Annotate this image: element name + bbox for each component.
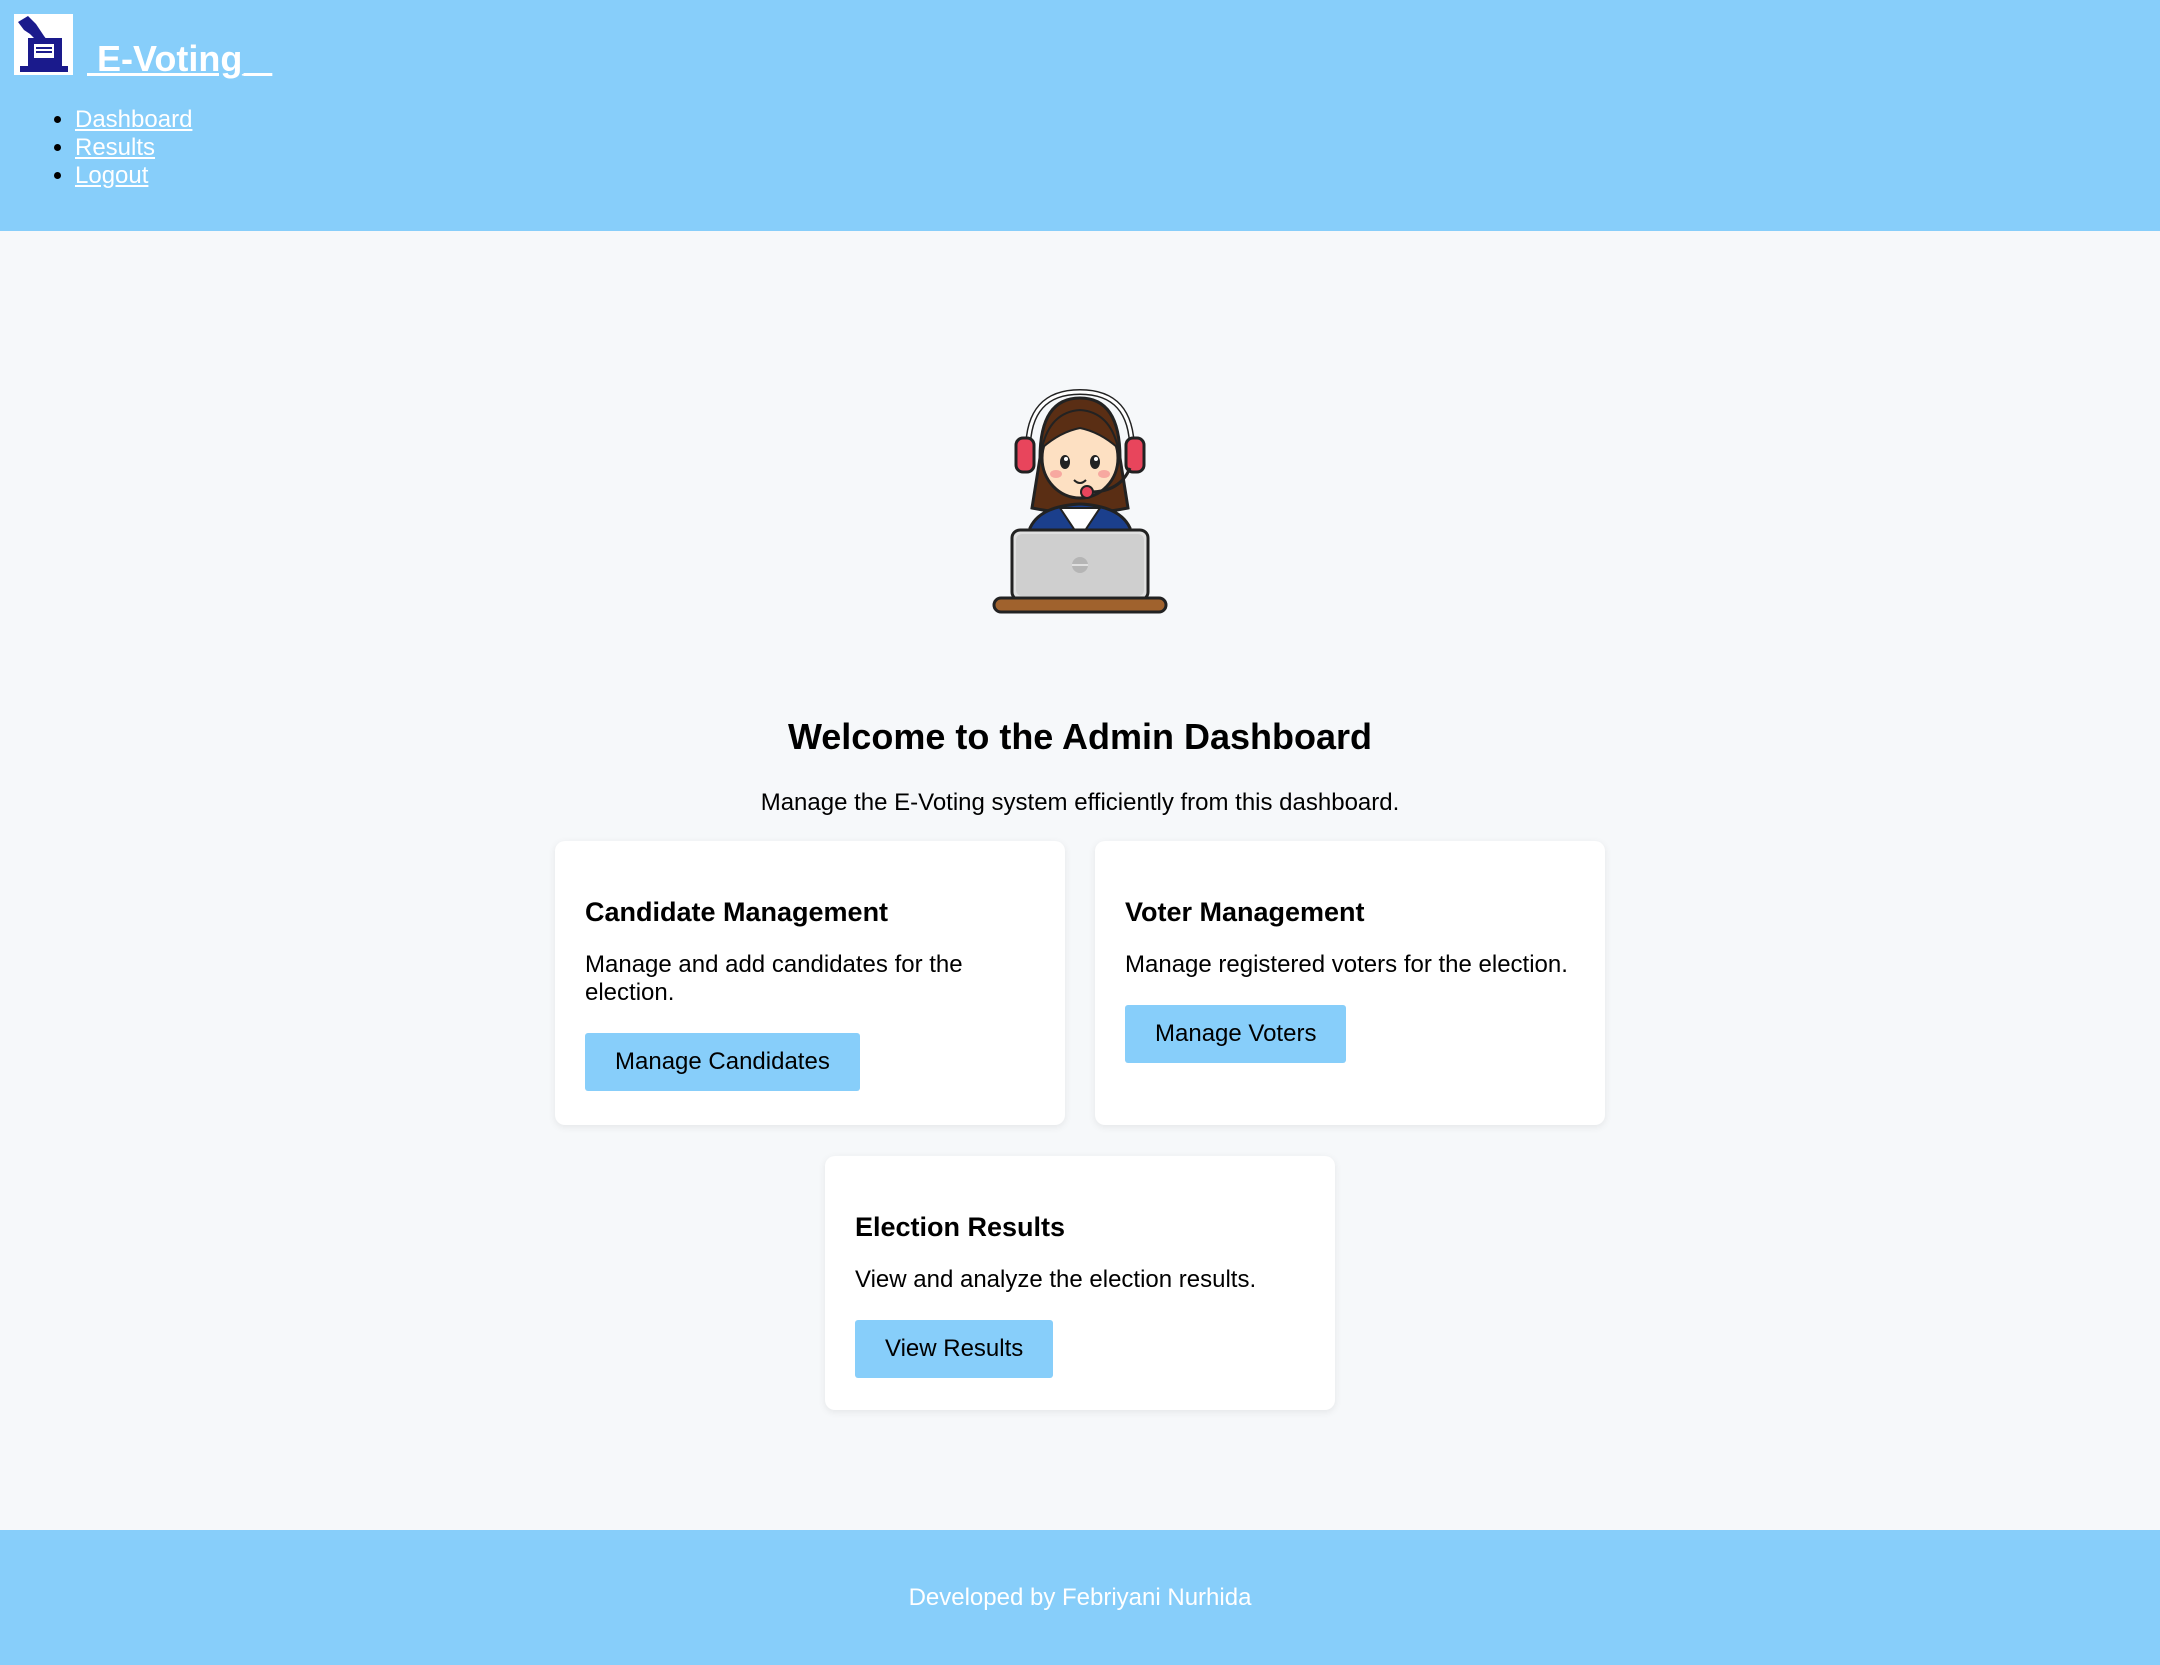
site-header: E-Voting_ Dashboard Results Logout [0,0,2160,231]
manage-candidates-button[interactable]: Manage Candidates [585,1033,860,1091]
nav-item-dashboard: Dashboard [75,106,192,134]
voter-management-card: Voter Management Manage registered voter… [1095,841,1605,1125]
nav-link-results[interactable]: Results [75,134,155,161]
card-description: View and analyze the election results. [855,1266,1257,1293]
card-title: Candidate Management [585,897,889,927]
card-title: Voter Management [1125,897,1365,927]
nav-link-dashboard[interactable]: Dashboard [75,106,192,133]
ballot-box-icon [14,14,73,75]
view-results-button[interactable]: View Results [855,1320,1054,1378]
site-footer: Developed by Febriyani Nurhida [0,1530,2160,1665]
nav-link-logout[interactable]: Logout [75,162,148,189]
page-title: Welcome to the Admin Dashboard [787,716,1373,757]
brand-link[interactable]: E-Voting_ [14,14,272,79]
card-title: Election Results [855,1212,1066,1242]
footer-credit: Developed by Febriyani Nurhida [908,1584,1252,1611]
brand-title[interactable]: E-Voting_ [87,39,272,79]
admin-headset-laptop-illustration [990,388,1170,618]
nav-item-results: Results [75,134,192,162]
nav-item-logout: Logout [75,162,192,190]
manage-voters-button[interactable]: Manage Voters [1125,1005,1347,1063]
card-description: Manage and add candidates for the electi… [585,951,963,1006]
election-results-card: Election Results View and analyze the el… [825,1156,1335,1410]
card-description: Manage registered voters for the electio… [1125,951,1568,978]
nav-list: Dashboard Results Logout [30,106,192,190]
candidate-management-card: Candidate Management Manage and add cand… [555,841,1065,1125]
page-subtitle: Manage the E-Voting system efficiently f… [760,789,1400,816]
